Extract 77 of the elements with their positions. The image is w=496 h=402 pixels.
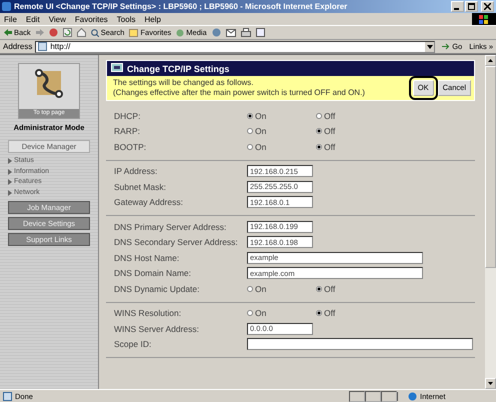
note-text: (Changes effective after the main power switch is turned OFF and ON.) <box>113 88 366 98</box>
radio-option[interactable]: On <box>247 284 316 294</box>
radio-option[interactable]: On <box>247 126 316 136</box>
monitor-icon <box>111 63 123 74</box>
back-arrow-icon <box>4 29 12 36</box>
menu-item[interactable]: Help <box>144 14 161 24</box>
radio-option[interactable]: Off <box>316 126 385 136</box>
menu-item[interactable]: Favorites <box>74 14 108 24</box>
radio-option[interactable]: Off <box>316 308 385 318</box>
radio-option[interactable]: On <box>247 110 316 121</box>
address-label: Address <box>3 42 32 51</box>
field-label: DNS Secondary Server Address: <box>114 237 239 248</box>
field-label: Scope ID: <box>114 339 152 350</box>
radio-button[interactable] <box>247 286 253 292</box>
address-field[interactable]: http:// <box>35 40 436 52</box>
minimize-button[interactable] <box>451 1 464 12</box>
field-label: DNS Dynamic Update: <box>114 284 201 294</box>
radio-button[interactable] <box>247 112 253 119</box>
globe-icon <box>408 392 417 400</box>
window-title: Remote UI <Change TCP/IP Settings> : LBP5960 ; LBP5960 - Microsoft Internet Explorer <box>14 2 348 11</box>
radio-option[interactable]: On <box>247 142 316 152</box>
scrollbar-track[interactable] <box>485 55 496 389</box>
menu-item[interactable]: View <box>48 14 66 24</box>
up-arrow-icon <box>488 59 493 62</box>
field-label: WINS Resolution: <box>114 308 182 318</box>
scroll-up-button[interactable] <box>485 55 496 66</box>
radio-button[interactable] <box>247 144 253 150</box>
field-label: DNS Primary Server Address: <box>114 222 228 232</box>
refresh-icon[interactable] <box>62 28 72 37</box>
field-label: DHCP: <box>114 110 142 121</box>
home-icon[interactable] <box>76 28 86 37</box>
scroll-down-button[interactable] <box>485 378 496 389</box>
folder-icon <box>129 28 138 36</box>
menu-item[interactable]: Tools <box>116 14 136 24</box>
go-arrow-icon <box>442 43 450 50</box>
maximize-icon <box>468 3 475 10</box>
radio-button[interactable] <box>316 310 322 316</box>
input-field[interactable] <box>247 338 473 350</box>
field-label: IP Address: <box>114 166 158 176</box>
field-label: WINS Server Address: <box>114 324 200 334</box>
dropdown-arrow-icon[interactable] <box>425 42 434 52</box>
field-label: Subnet Mask: <box>114 182 167 192</box>
scroll-thumb[interactable] <box>485 66 496 268</box>
close-icon <box>484 3 491 10</box>
mail-icon[interactable] <box>226 28 236 36</box>
field-label: Gateway Address: <box>114 197 184 208</box>
dialog-title: Change TCP/IP Settings <box>127 64 230 74</box>
radio-button[interactable] <box>316 144 322 150</box>
maximize-button[interactable] <box>465 1 478 12</box>
radio-button[interactable] <box>316 128 322 134</box>
page-icon <box>38 42 48 51</box>
status-panel <box>381 390 397 402</box>
radio-option[interactable]: On <box>247 308 316 318</box>
field-label: RARP: <box>114 126 141 136</box>
menu-item[interactable]: Edit <box>26 14 40 24</box>
close-button[interactable] <box>481 1 494 12</box>
down-arrow-icon <box>488 382 493 385</box>
field-label: DNS Host Name: <box>114 252 180 263</box>
stop-icon[interactable] <box>48 28 58 37</box>
status-panel <box>365 390 381 402</box>
print-icon[interactable] <box>240 28 251 37</box>
field-label: BOOTP: <box>114 142 148 152</box>
search-icon <box>90 28 99 36</box>
radio-option[interactable]: Off <box>316 110 385 121</box>
radio-button[interactable] <box>316 286 322 292</box>
radio-option[interactable]: Off <box>316 284 385 294</box>
radio-option[interactable]: Off <box>316 142 385 152</box>
message-text: The settings will be changed as follows. <box>113 78 255 88</box>
status-panel <box>349 390 365 402</box>
page-icon <box>3 392 12 400</box>
browser-icon <box>2 2 11 11</box>
radio-button[interactable] <box>247 128 253 134</box>
field-label: DNS Domain Name: <box>114 268 192 278</box>
windows-logo-icon <box>472 13 496 25</box>
menu-item[interactable]: File <box>4 14 17 24</box>
radio-button[interactable] <box>247 310 253 316</box>
radio-button[interactable] <box>316 112 322 119</box>
